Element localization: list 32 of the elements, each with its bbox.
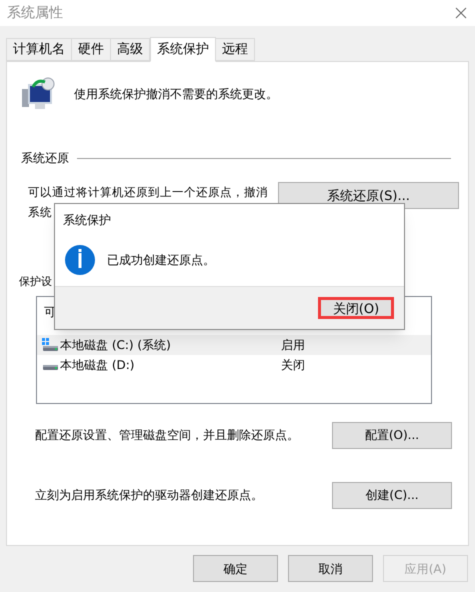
configure-text: 配置还原设置、管理磁盘空间，并且删除还原点。 (35, 427, 299, 444)
drive-name: 本地磁盘 (C:) (系统) (60, 336, 172, 354)
tab[interactable]: 高级 (110, 38, 150, 61)
tab[interactable]: 远程 (215, 38, 255, 61)
protection-status: 关闭 (281, 356, 305, 374)
drive-row[interactable]: 本地磁盘 (D:) 关闭 (37, 354, 431, 374)
dialog-button[interactable]: 取消 (288, 555, 373, 582)
close-icon[interactable] (455, 7, 467, 19)
create-button[interactable]: 创建(C)... (332, 482, 452, 508)
tab[interactable]: 计算机名 (6, 38, 72, 61)
tab[interactable]: 硬件 (71, 38, 111, 61)
intro-text: 使用系统保护撤消不需要的系统更改。 (74, 86, 278, 103)
drive-row[interactable]: 本地磁盘 (C:) (系统) 启用 (37, 334, 431, 354)
window-title: 系统属性 (7, 4, 63, 22)
drive-name: 本地磁盘 (D:) (60, 356, 136, 374)
info-icon (65, 245, 95, 275)
system-drive-icon (42, 338, 58, 352)
close-button[interactable]: 关闭(O) (318, 297, 394, 319)
dialog-title: 系统保护 (62, 212, 112, 229)
description-text: 系统 (28, 204, 52, 221)
computer-restore-icon (21, 77, 57, 111)
tab[interactable]: 系统保护 (150, 37, 216, 62)
dialog-button[interactable]: 确定 (193, 555, 278, 582)
group-label: 系统还原 (21, 150, 69, 167)
configure-button[interactable]: 配置(O)... (332, 422, 452, 448)
drive-icon (42, 364, 58, 370)
protection-status: 启用 (281, 336, 305, 354)
create-text: 立刻为启用系统保护的驱动器创建还原点。 (35, 487, 263, 504)
column-header[interactable]: 可 (44, 302, 56, 320)
description-text: 可以通过将计算机还原到上一个还原点，撤消 (28, 184, 268, 201)
group-label: 保护设 (19, 274, 52, 290)
dialog-message: 已成功创建还原点。 (107, 252, 215, 269)
